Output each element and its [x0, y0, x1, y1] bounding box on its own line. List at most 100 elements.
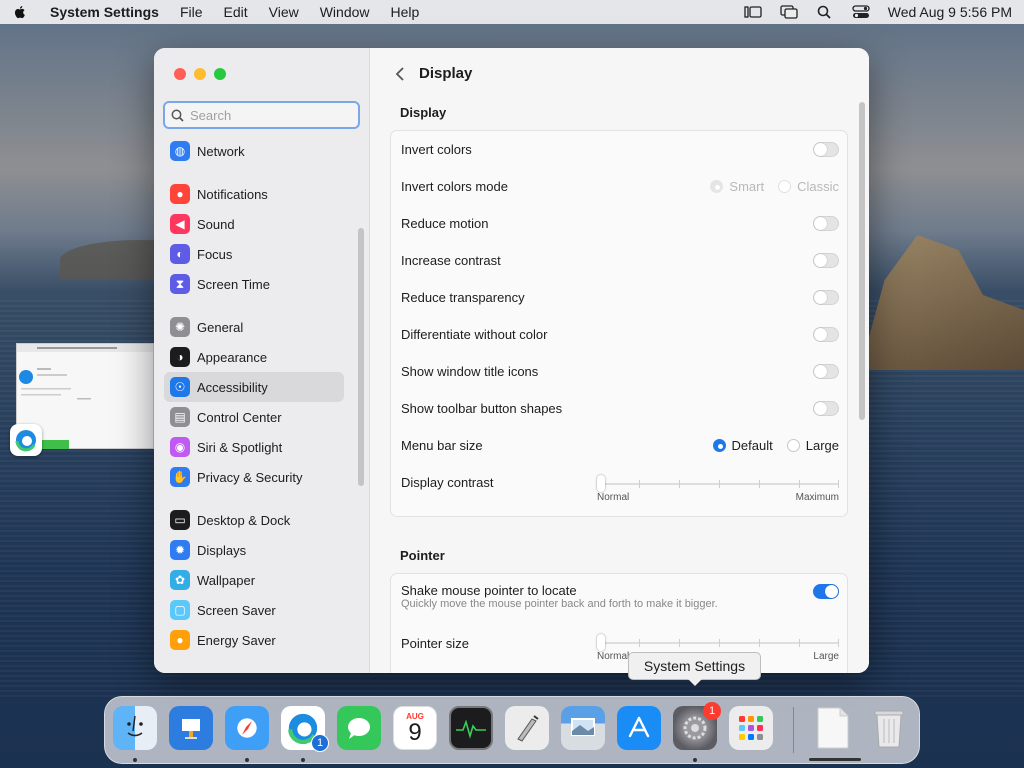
- window-title-icons-toggle[interactable]: [813, 364, 839, 379]
- sidebar-item-label: Screen Time: [197, 276, 270, 292]
- bell-icon: ●: [170, 184, 190, 204]
- search-field[interactable]: [163, 101, 360, 129]
- edge-dock-icon[interactable]: 1: [281, 706, 329, 752]
- control-center-menu-icon[interactable]: [852, 5, 870, 19]
- menu-bar-large-radio[interactable]: Large: [786, 438, 839, 453]
- sidebar-scrollbar[interactable]: [358, 228, 364, 486]
- preview-icon[interactable]: [561, 706, 605, 750]
- sidebar-item-focus[interactable]: ◐ Focus: [164, 239, 344, 269]
- sidebar-item-label: Notifications: [197, 186, 268, 202]
- shake-pointer-label: Shake mouse pointer to locate: [401, 582, 577, 598]
- menu-clock[interactable]: Wed Aug 9 5:56 PM: [888, 4, 1012, 20]
- sidebar-item-label: Displays: [197, 542, 247, 558]
- sidebar-item-screen-time[interactable]: ⧗ Screen Time: [164, 269, 344, 299]
- sidebar-item-screen-saver[interactable]: ▢ Screen Saver: [164, 595, 344, 625]
- edge-badge: 1: [311, 734, 329, 752]
- messages-icon[interactable]: [337, 706, 381, 750]
- sidebar-item-displays[interactable]: ✹ Displays: [164, 535, 344, 565]
- dock-separator: [793, 707, 794, 753]
- sidebar-item-network[interactable]: ◍ Network: [164, 136, 344, 166]
- reduce-motion-toggle[interactable]: [813, 216, 839, 231]
- sidebar-item-energy-saver[interactable]: ● Energy Saver: [164, 625, 344, 655]
- differentiate-row: Differentiate without color: [401, 316, 839, 353]
- spotlight-search-icon[interactable]: [816, 5, 834, 19]
- siri-icon: ◉: [170, 437, 190, 457]
- search-input[interactable]: [190, 107, 350, 123]
- flower-icon: ✿: [170, 570, 190, 590]
- increase-contrast-toggle[interactable]: [813, 253, 839, 268]
- screen-mirroring-icon[interactable]: [780, 5, 798, 19]
- screen-saver-icon: ▢: [170, 600, 190, 620]
- toolbar-shapes-toggle[interactable]: [813, 401, 839, 416]
- sidebar-item-label: Focus: [197, 246, 233, 262]
- menu-view[interactable]: View: [269, 4, 299, 20]
- script-editor-icon[interactable]: [505, 706, 549, 750]
- shake-pointer-toggle[interactable]: [813, 584, 839, 599]
- system-settings-dock-icon[interactable]: 1: [673, 702, 721, 750]
- document-icon[interactable]: [811, 706, 855, 750]
- menu-file[interactable]: File: [180, 4, 203, 20]
- activity-monitor-icon[interactable]: [449, 706, 493, 750]
- menu-window[interactable]: Window: [320, 4, 370, 20]
- back-button[interactable]: [390, 64, 410, 84]
- accessibility-icon: ☉: [170, 377, 190, 397]
- zoom-button[interactable]: [214, 68, 226, 80]
- menu-edit[interactable]: Edit: [224, 4, 248, 20]
- sidebar-item-control-center[interactable]: ▤ Control Center: [164, 402, 344, 432]
- system-settings-window: ◍ Network ● Notifications ◀ Sound ◐ Focus ⧗ Scree…: [154, 48, 869, 673]
- toolbar-shapes-row: Show toolbar button shapes: [401, 390, 839, 427]
- sidebar-item-label: General: [197, 319, 244, 335]
- invert-mode-smart-radio[interactable]: Smart: [710, 179, 764, 194]
- calendar-icon[interactable]: AUG 9: [393, 706, 437, 750]
- shake-pointer-row: Shake mouse pointer to locate Quickly mo…: [401, 574, 839, 618]
- apple-menu-icon[interactable]: [12, 4, 28, 20]
- sidebar-item-desktop-dock[interactable]: ▭ Desktop & Dock: [164, 505, 344, 535]
- content-scrollbar[interactable]: [859, 102, 865, 420]
- sidebar-item-privacy-security[interactable]: ✋ Privacy & Security: [164, 462, 344, 492]
- invert-mode-classic-radio[interactable]: Classic: [778, 179, 839, 194]
- minimize-button[interactable]: [194, 68, 206, 80]
- tooltip-arrow: [688, 679, 702, 686]
- trash-icon[interactable]: [867, 706, 911, 750]
- pointer-size-max-label: Large: [813, 651, 839, 662]
- sidebar-item-notifications[interactable]: ● Notifications: [164, 179, 344, 209]
- smart-label: Smart: [729, 179, 765, 194]
- menu-bar-default-radio[interactable]: Default: [712, 438, 773, 453]
- dock-icon: ▭: [170, 510, 190, 530]
- sidebar-item-appearance[interactable]: ◑ Appearance: [164, 342, 344, 372]
- differentiate-toggle[interactable]: [813, 327, 839, 342]
- invert-colors-toggle[interactable]: [813, 142, 839, 157]
- content-pane: Display Display Invert colors Invert col…: [370, 48, 869, 673]
- sidebar-item-wallpaper[interactable]: ✿ Wallpaper: [164, 565, 344, 595]
- sidebar-item-accessibility[interactable]: ☉ Accessibility: [164, 372, 344, 402]
- finder-icon[interactable]: [113, 706, 157, 750]
- close-button[interactable]: [174, 68, 186, 80]
- sidebar-item-sound[interactable]: ◀ Sound: [164, 209, 344, 239]
- display-contrast-row: Display contrast Normal Maximum: [401, 464, 839, 514]
- search-icon: [171, 109, 184, 122]
- menu-app-name[interactable]: System Settings: [50, 4, 159, 20]
- menu-help[interactable]: Help: [391, 4, 420, 20]
- sidebar-item-label: Siri & Spotlight: [197, 439, 283, 455]
- default-label: Default: [731, 438, 773, 453]
- pointer-size-knob[interactable]: [597, 634, 605, 651]
- display-contrast-knob[interactable]: [597, 475, 605, 492]
- edge-browser-icon[interactable]: [10, 424, 42, 456]
- sidebar-item-general[interactable]: ✺ General: [164, 312, 344, 342]
- display-contrast-slider[interactable]: Normal Maximum: [597, 474, 839, 504]
- sidebar-item-siri-spotlight[interactable]: ◉ Siri & Spotlight: [164, 432, 344, 462]
- stage-manager-icon[interactable]: [744, 5, 762, 19]
- keynote-icon[interactable]: [169, 706, 213, 750]
- app-store-icon[interactable]: [617, 706, 661, 750]
- globe-icon: ◍: [170, 141, 190, 161]
- sidebar-item-label: Accessibility: [197, 379, 268, 395]
- menu-bar-size-radio-group: Default Large: [712, 438, 839, 453]
- safari-icon[interactable]: [225, 706, 269, 750]
- window-controls: [174, 68, 226, 80]
- launchpad-icon[interactable]: [729, 706, 773, 750]
- reduce-transparency-toggle[interactable]: [813, 290, 839, 305]
- menu-bar-size-label: Menu bar size: [401, 438, 483, 453]
